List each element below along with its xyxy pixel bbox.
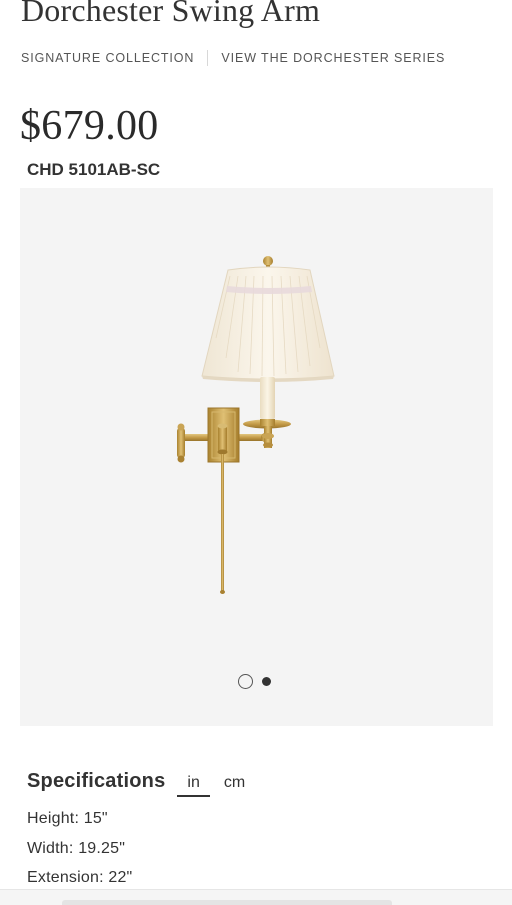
product-title: Dorchester Swing Arm <box>21 0 321 28</box>
gallery-pagination <box>238 674 271 689</box>
spec-height: Height: 15" <box>27 810 108 827</box>
unit-toggle-cm[interactable]: cm <box>214 774 255 795</box>
spec-extension: Extension: 22" <box>27 869 133 886</box>
specifications-header: Specifications in cm <box>27 770 255 797</box>
product-image-gallery[interactable] <box>20 188 493 726</box>
product-price: $679.00 <box>20 103 159 149</box>
home-indicator <box>62 900 392 905</box>
swing-arm-lamp-image <box>177 256 335 594</box>
link-divider <box>207 50 209 66</box>
browser-bottom-bar <box>0 889 512 905</box>
view-series-link[interactable]: VIEW THE DORCHESTER SERIES <box>221 51 445 65</box>
product-sku: CHD 5101AB-SC <box>27 160 161 179</box>
spec-width: Width: 19.25" <box>27 840 126 857</box>
unit-toggle-in[interactable]: in <box>177 774 210 797</box>
gallery-dot-1[interactable] <box>238 674 253 689</box>
gallery-dot-2-active[interactable] <box>262 677 271 686</box>
specifications-heading: Specifications <box>27 770 166 792</box>
collection-links: SIGNATURE COLLECTION VIEW THE DORCHESTER… <box>21 50 445 66</box>
signature-collection-link[interactable]: SIGNATURE COLLECTION <box>21 51 194 65</box>
